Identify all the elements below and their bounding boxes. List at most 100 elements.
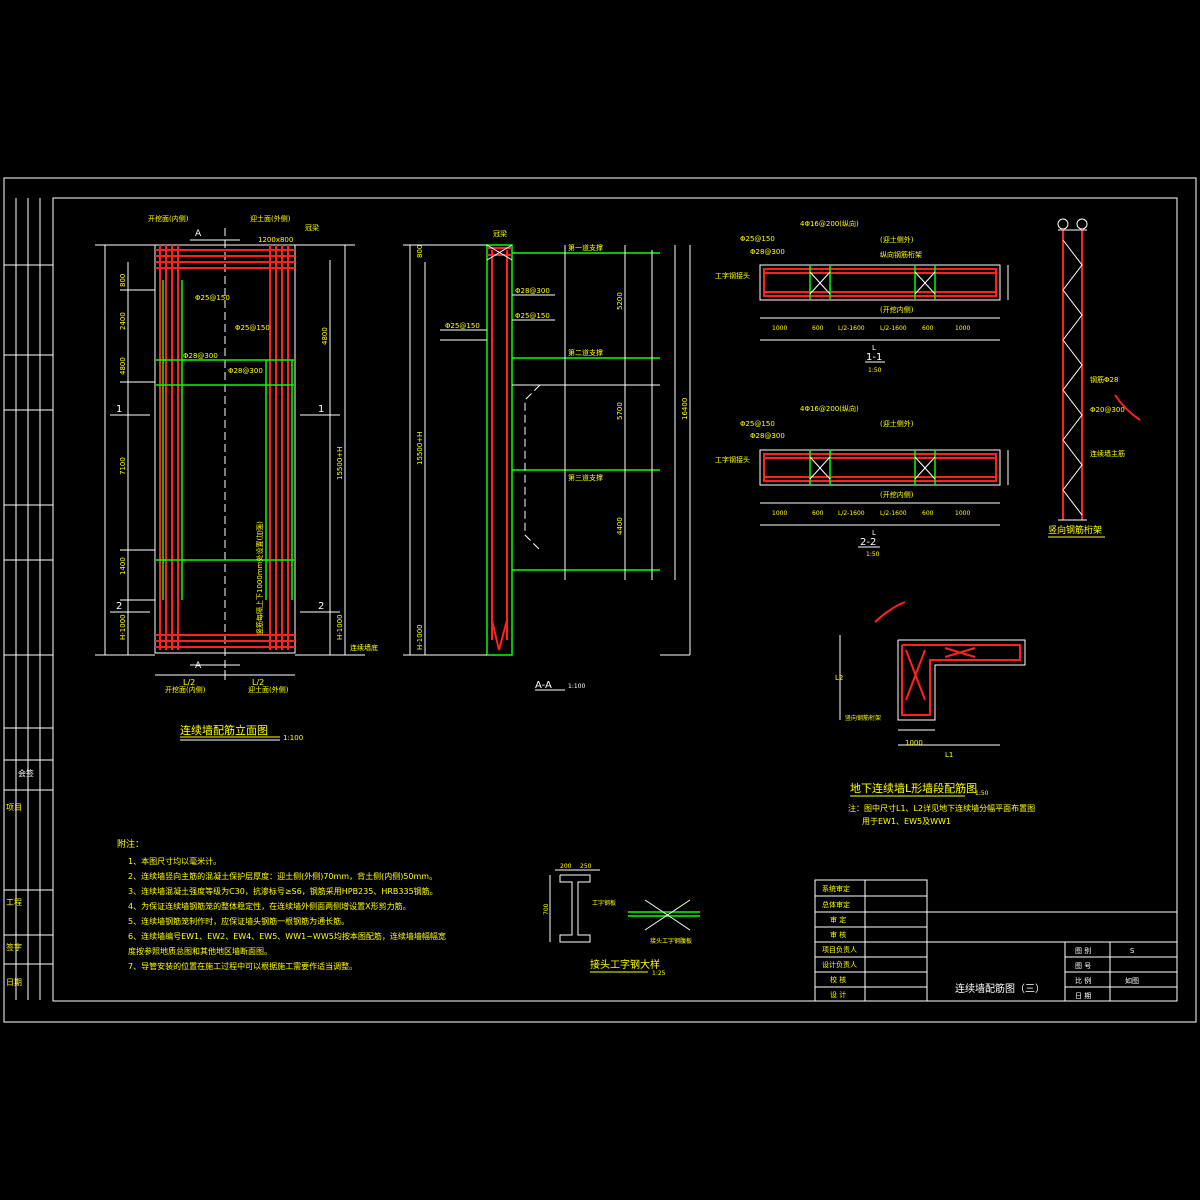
s22-dim-3: L/2-1600 bbox=[838, 510, 865, 517]
note-item-2: 2、连续墙竖向主筋的混凝土保护层厚度：迎土侧(外侧)70mm，背土侧(内侧)50… bbox=[128, 871, 437, 881]
ibeam-dim-h: 700 bbox=[543, 903, 550, 915]
aa-rebar-b: Φ28@300 bbox=[515, 287, 550, 295]
dim-left-6: H-1000 bbox=[119, 614, 127, 640]
mark-2-left: 2 bbox=[116, 601, 122, 612]
drawing-sheet: 项目 工程 签字 日期 会签 开挖面(内侧) 迎土面(外侧) 冠梁 1200x8… bbox=[3, 177, 1197, 1023]
tb-info-label-2: 图 号 bbox=[1075, 962, 1091, 970]
ibeam-title: 接头工字钢大样 bbox=[590, 958, 660, 971]
rebar-label-c: Φ25@150 bbox=[235, 324, 270, 332]
s22-rebar-a: Φ25@150 bbox=[740, 420, 775, 428]
section-11-view: 4Φ16@200(纵向) (迎土侧外) (开挖内侧) Φ25@150 Φ28@3… bbox=[715, 219, 1009, 374]
rebar-label-b: Φ28@300 bbox=[183, 352, 218, 360]
s11-dim-2: 600 bbox=[812, 325, 824, 332]
dim-right-1: H-1000 bbox=[336, 614, 344, 640]
label-wall-bottom: 连续墙底 bbox=[350, 643, 378, 652]
mark-2-right: 2 bbox=[318, 601, 324, 612]
dim-left-1: 800 bbox=[119, 274, 127, 287]
s22-title: 2-2 bbox=[860, 537, 876, 548]
s11-inner-label: (开挖内侧) bbox=[880, 305, 914, 314]
s11-top-label: 4Φ16@200(纵向) bbox=[800, 219, 859, 228]
label-earth-top: 迎土面(外侧) bbox=[250, 214, 291, 223]
lwall-scale: 1:50 bbox=[975, 790, 989, 797]
s11-cross: 纵向钢筋桁架 bbox=[880, 250, 922, 259]
ibeam-dim-top-1: 200 bbox=[560, 863, 572, 870]
s11-dim-1: 1000 bbox=[772, 325, 787, 332]
label-excavation-top: 开挖面(内侧) bbox=[148, 214, 189, 223]
dim-left-5: 1400 bbox=[119, 557, 127, 575]
s11-dim-5: 600 bbox=[922, 325, 934, 332]
note-item-7: 度按参照地质总图和其他地区墙断面图。 bbox=[128, 946, 272, 956]
tb-role-2: 审 核 bbox=[830, 930, 846, 939]
truss-view: 钢筋Φ28 Φ20@300 连续墙主筋 竖向钢筋桁架 bbox=[1048, 218, 1141, 538]
s11-outline bbox=[759, 264, 1001, 301]
ibeam-dim-top-2: 250 bbox=[580, 863, 592, 870]
tb-drawing-title: 连续墙配筋图（三） bbox=[955, 982, 1045, 995]
tb-role-5: 校 核 bbox=[830, 975, 846, 984]
s22-dim-2: 600 bbox=[812, 510, 824, 517]
truss-title: 竖向钢筋桁架 bbox=[1048, 524, 1102, 536]
tb-role-4: 设计负责人 bbox=[822, 960, 857, 969]
aa-wall-outline bbox=[486, 244, 513, 656]
aa-label-support3: 第三道支撑 bbox=[568, 473, 603, 482]
dim-left-2: 2400 bbox=[119, 312, 127, 330]
ibeam-label-a: 工字钢板 bbox=[592, 899, 616, 907]
aa-rebar-c: Φ25@150 bbox=[515, 312, 550, 320]
note-item-8: 7、导管安装的位置在施工过程中可以根据施工需要作适当调整。 bbox=[128, 961, 357, 971]
s22-dim-6: 1000 bbox=[955, 510, 970, 517]
lwall-label-a: 竖向钢筋桁架 bbox=[845, 714, 881, 722]
s22-dim-total: L bbox=[872, 529, 876, 537]
aa-dim-left-3: H-1000 bbox=[416, 624, 424, 650]
strip-label-4: 日期 bbox=[6, 978, 22, 987]
truss-label-b: Φ20@300 bbox=[1090, 406, 1125, 414]
s11-rebar-a: Φ25@150 bbox=[740, 235, 775, 243]
note-vertical: 竖筋每隔上下1000mm处设置(加强) bbox=[255, 521, 264, 635]
aa-dim-right-1: 5200 bbox=[616, 292, 624, 310]
section-aa-view: 冠梁 第一道支撑 第二道支撑 第三道支撑 Φ25@150 Φ28@300 Φ25… bbox=[403, 229, 691, 691]
ibeam-label-b: 接头工字钢腹板 bbox=[650, 937, 692, 945]
label-guide: 冠梁 bbox=[305, 223, 319, 232]
tb-role-3: 项目负责人 bbox=[822, 945, 857, 954]
aa-dim-right-3: 4400 bbox=[616, 517, 624, 535]
s11-dim-4: L/2-1600 bbox=[880, 325, 907, 332]
strip-label-1: 项目 bbox=[6, 803, 22, 812]
note-item-3: 3、连续墙混凝土强度等级为C30，抗渗标号≥S6，钢筋采用HPB235、HRB3… bbox=[128, 886, 438, 896]
notes-heading: 附注： bbox=[117, 838, 144, 850]
s22-outline bbox=[759, 449, 1001, 486]
tb-role-1: 审 定 bbox=[830, 915, 846, 924]
ibeam-scale: 1:25 bbox=[652, 970, 666, 977]
s11-rebar-b: Φ28@300 bbox=[750, 248, 785, 256]
aa-dim-right-4: 16400 bbox=[681, 398, 689, 420]
strip-label-2: 工程 bbox=[6, 898, 22, 907]
aa-title: A-A bbox=[535, 680, 552, 691]
strip-label-3: 签字 bbox=[6, 942, 22, 952]
lwall-dim-b: L1 bbox=[945, 751, 953, 759]
aa-dim-right-2: 5700 bbox=[616, 402, 624, 420]
dim-left-3: 4800 bbox=[119, 357, 127, 375]
section-mark-a-bottom: A bbox=[195, 661, 202, 671]
ibeam-view: 200 250 700 工字钢板 接头工字钢腹板 接头工字钢大样 1:25 bbox=[543, 863, 700, 977]
elevation-view: 开挖面(内侧) 迎土面(外侧) 冠梁 1200x800 A A 1 1 2 2 … bbox=[95, 214, 378, 742]
tb-info-label-3: 比 例 bbox=[1075, 976, 1091, 985]
s11-dim-total: L bbox=[872, 344, 876, 352]
tb-review-2: 总体审定 bbox=[822, 900, 850, 909]
s22-inner-label: (开挖内侧) bbox=[880, 490, 914, 499]
tb-review-1: 系统审定 bbox=[822, 884, 850, 893]
truss-label-a: 钢筋Φ28 bbox=[1090, 375, 1118, 384]
aa-label-support2: 第二道支撑 bbox=[568, 348, 603, 357]
label-top-size: 1200x800 bbox=[258, 236, 293, 244]
section-mark-a-top: A bbox=[195, 229, 202, 239]
s22-top-label: 4Φ16@200(纵向) bbox=[800, 404, 859, 413]
strip-label-5: 会签 bbox=[18, 768, 34, 778]
elevation-title: 连续墙配筋立面图 bbox=[180, 723, 268, 737]
dim-right-3: 15500+H bbox=[336, 447, 344, 480]
section-22-view: 4Φ16@200(纵向) (迎土侧外) (开挖内侧) Φ25@150 Φ28@3… bbox=[715, 404, 1009, 558]
aa-rebar-a: Φ25@150 bbox=[445, 322, 480, 330]
dim-l2-right: L/2 bbox=[252, 678, 264, 687]
rebar-label-a: Φ25@150 bbox=[195, 294, 230, 302]
s22-side-label: (迎土侧外) bbox=[880, 419, 914, 428]
s11-dim-6: 1000 bbox=[955, 325, 970, 332]
title-block: 系统审定 总体审定 审 定 审 核 项目负责人 设计负责人 校 核 设 计 连续… bbox=[814, 879, 1178, 1002]
aa-dim-left-2: 15500+H bbox=[416, 432, 424, 465]
tb-info-label-1: 图 别 bbox=[1075, 946, 1091, 955]
note-item-6: 6、连续墙编号EW1、EW2、EW4、EW5、WW1~WW5均按本图配筋，连续墙… bbox=[128, 931, 446, 941]
